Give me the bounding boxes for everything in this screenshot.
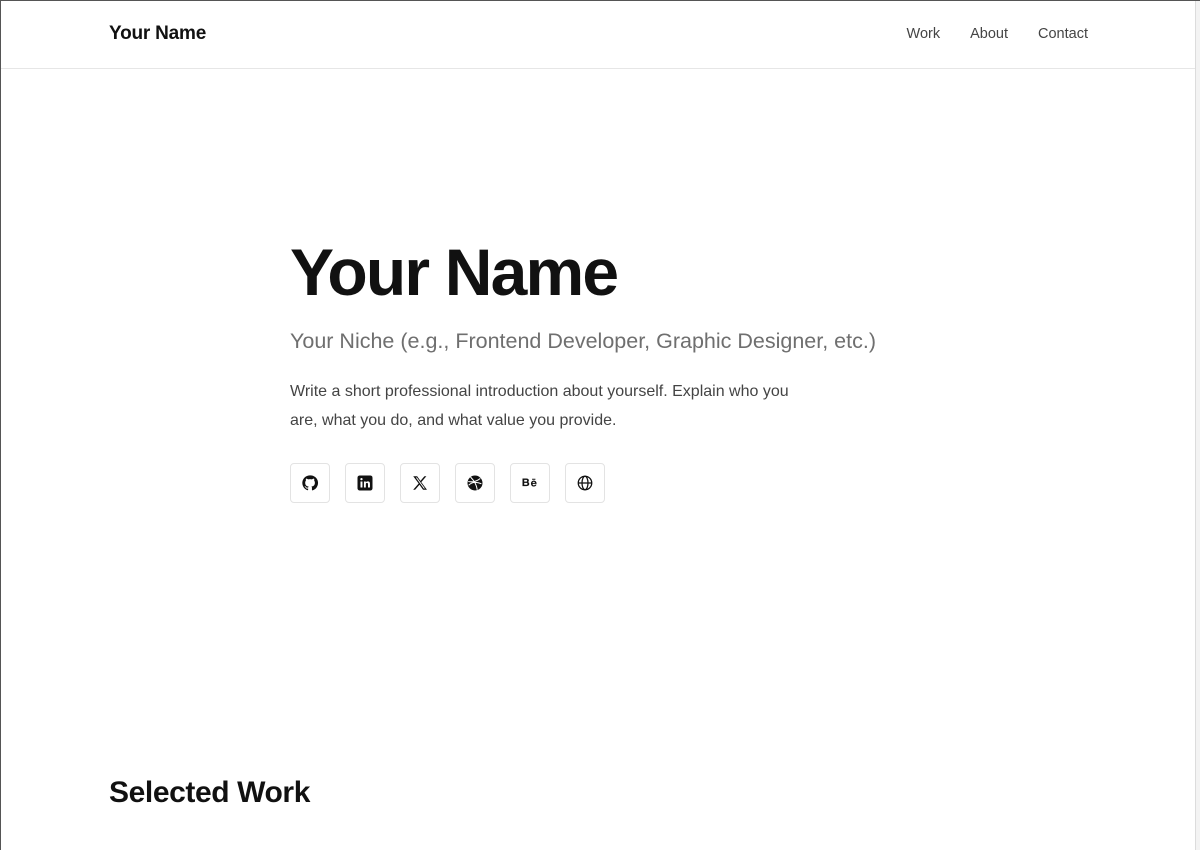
nav-link-contact[interactable]: Contact — [1038, 26, 1088, 42]
hero-niche: Your Niche (e.g., Frontend Developer, Gr… — [290, 329, 876, 353]
x-twitter-icon — [411, 474, 429, 492]
github-link-button[interactable] — [290, 463, 330, 503]
nav-link-about[interactable]: About — [970, 26, 1008, 42]
x-twitter-link-button[interactable] — [400, 463, 440, 503]
selected-work-heading: Selected Work — [109, 776, 310, 809]
social-links — [290, 463, 990, 503]
website-link-button[interactable] — [565, 463, 605, 503]
main-nav: Work About Contact — [907, 26, 1088, 42]
hero-intro: Write a short professional introduction … — [290, 383, 789, 429]
dribbble-link-button[interactable] — [455, 463, 495, 503]
github-icon — [301, 474, 319, 492]
behance-link-button[interactable] — [510, 463, 550, 503]
globe-icon — [576, 474, 594, 492]
dribbble-icon — [466, 474, 484, 492]
page-scrollbar[interactable] — [1195, 1, 1200, 850]
hero-section: Your Name Your Niche (e.g., Frontend Dev… — [290, 233, 990, 503]
linkedin-link-button[interactable] — [345, 463, 385, 503]
linkedin-icon — [356, 474, 374, 492]
nav-link-work[interactable]: Work — [907, 26, 941, 42]
site-header: Your Name Work About Contact — [1, 1, 1196, 69]
hero-title: Your Name — [290, 235, 619, 309]
page-frame: Your Name Work About Contact Your Name Y… — [0, 0, 1200, 850]
brand-logo-text[interactable]: Your Name — [109, 23, 206, 45]
behance-icon — [521, 474, 539, 492]
